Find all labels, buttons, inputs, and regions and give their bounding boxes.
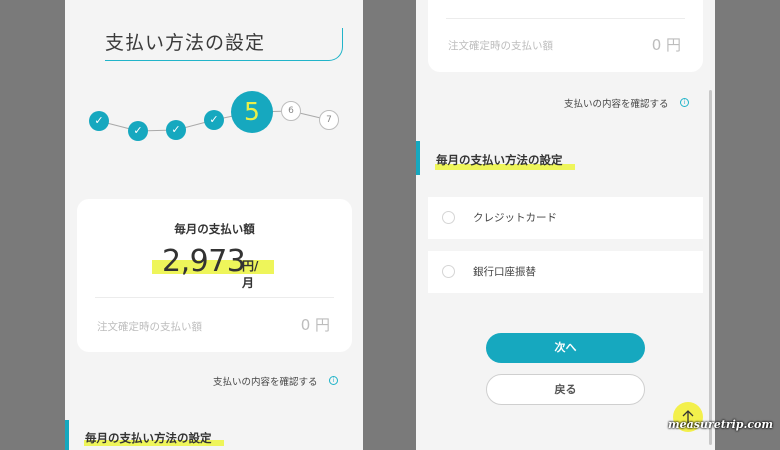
confirm-payment-link[interactable]: 支払いの内容を確認する [564, 96, 669, 110]
section-accent-bar [65, 420, 69, 450]
payment-summary-card: 毎月の支払い額 2,973 円/月 注文確定時の支払い額 0 円 [77, 199, 352, 352]
step-current: 5 [231, 91, 273, 133]
step-2-done-icon: ✓ [128, 121, 148, 141]
back-button[interactable]: 戻る [486, 374, 645, 405]
section-heading: 毎月の支払い方法の設定 [436, 153, 563, 167]
section-heading: 毎月の支払い方法の設定 [85, 431, 212, 445]
card-divider [446, 18, 685, 19]
step-7: 7 [319, 110, 339, 130]
watermark: measuretrip.com [668, 418, 773, 431]
section-accent-bar [416, 141, 420, 175]
order-amount-value: 0 円 [300, 316, 330, 334]
info-circle-icon[interactable]: i [329, 376, 338, 385]
order-amount-label: 注文確定時の支払い額 [97, 321, 202, 333]
right-screen: 注文確定時の支払い額 0 円 支払いの内容を確認する i 毎月の支払い方法の設定… [416, 0, 715, 450]
confirm-payment-link[interactable]: 支払いの内容を確認する [213, 374, 318, 388]
radio-button[interactable] [442, 265, 455, 278]
option-label: クレジットカード [473, 212, 557, 224]
option-label: 銀行口座振替 [473, 266, 536, 278]
radio-button[interactable] [442, 211, 455, 224]
order-amount-value: 0 円 [651, 36, 681, 54]
scrollbar[interactable] [709, 90, 712, 445]
info-circle-icon[interactable]: i [680, 98, 689, 107]
monthly-amount-label: 毎月の支払い額 [174, 222, 255, 236]
step-3-done-icon: ✓ [166, 120, 186, 140]
progress-stepper: ✓ ✓ ✓ ✓ 5 6 7 [65, 0, 363, 160]
option-credit-card[interactable]: クレジットカード [428, 197, 703, 239]
step-1-done-icon: ✓ [89, 111, 109, 131]
order-amount-label: 注文確定時の支払い額 [448, 40, 553, 52]
monthly-amount-value: 2,973 [162, 244, 246, 279]
monthly-amount-unit: 円/月 [242, 259, 259, 290]
order-summary-card: 注文確定時の支払い額 0 円 [428, 0, 703, 72]
left-screen: 支払い方法の設定 ✓ ✓ ✓ ✓ 5 6 7 毎月の支払い額 2,973 円/月… [65, 0, 363, 450]
stepper-lines [98, 110, 330, 132]
card-divider [95, 297, 334, 298]
step-6: 6 [281, 101, 301, 121]
option-bank-transfer[interactable]: 銀行口座振替 [428, 251, 703, 293]
next-button[interactable]: 次へ [486, 333, 645, 363]
step-4-done-icon: ✓ [204, 110, 224, 130]
